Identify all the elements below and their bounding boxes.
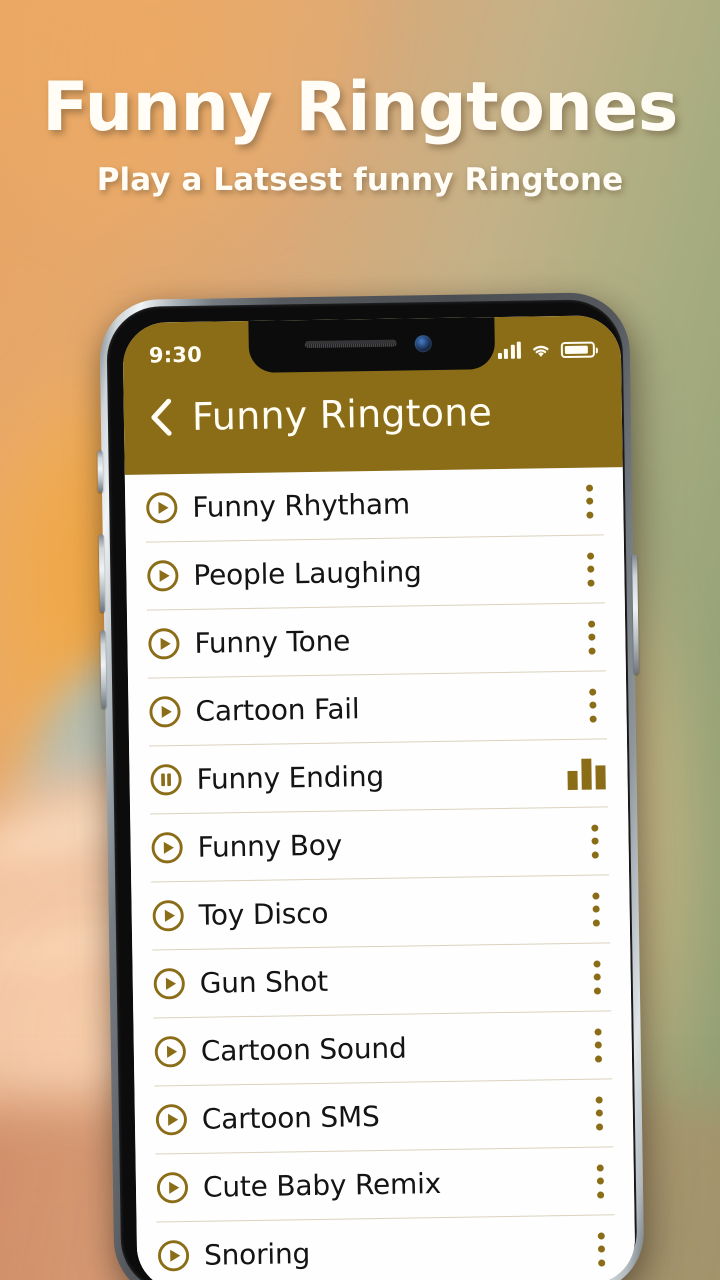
ringtone-row[interactable]: Funny Rhytham — [144, 467, 604, 543]
play-circle-icon[interactable] — [154, 1035, 188, 1069]
ringtone-row[interactable]: People Laughing — [145, 535, 605, 611]
ringtone-row[interactable]: Funny Boy — [150, 807, 610, 883]
ringtone-name: Cartoon SMS — [201, 1099, 380, 1136]
overflow-menu-icon[interactable] — [590, 824, 599, 859]
overflow-menu-icon[interactable] — [592, 960, 601, 995]
play-circle-icon[interactable] — [147, 627, 181, 661]
overflow-menu-icon[interactable] — [586, 552, 595, 587]
ringtone-name: Snoring — [203, 1237, 311, 1272]
overflow-menu-icon[interactable] — [595, 1095, 604, 1131]
ringtone-name: Cartoon Sound — [200, 1031, 407, 1068]
phone-frame: 9:30 Funny Ringtone Funny Rhytham People… — [97, 291, 645, 1280]
ringtone-name: Cartoon Fail — [195, 692, 360, 728]
ringtone-name: Funny Boy — [197, 828, 343, 864]
promo-subtitle: Play a Latsest funny Ringtone — [96, 162, 624, 198]
overflow-menu-icon[interactable] — [591, 892, 600, 927]
equalizer-bars-icon — [567, 757, 606, 790]
play-circle-icon[interactable] — [153, 967, 187, 1001]
ringtone-row[interactable]: Snoring — [156, 1215, 616, 1280]
ringtone-row[interactable]: Gun Shot — [152, 943, 612, 1019]
ringtone-name: Cute Baby Remix — [202, 1167, 442, 1204]
ringtone-name: Gun Shot — [199, 964, 329, 1000]
play-circle-icon[interactable] — [155, 1103, 189, 1137]
play-circle-icon[interactable] — [145, 491, 179, 525]
ringtone-name: Funny Tone — [194, 624, 351, 660]
ringtone-row[interactable]: Funny Tone — [146, 603, 606, 679]
overflow-menu-icon[interactable] — [588, 688, 597, 723]
ringtone-name: Toy Disco — [198, 896, 329, 932]
app-bar-title-row: Funny Ringtone — [123, 367, 623, 475]
ringtone-row[interactable]: Cartoon SMS — [154, 1079, 614, 1155]
ringtone-row[interactable]: Cute Baby Remix — [155, 1147, 615, 1223]
wifi-icon — [533, 345, 549, 357]
status-bar-icons — [497, 340, 595, 359]
play-circle-icon[interactable] — [157, 1239, 191, 1273]
overflow-menu-icon[interactable] — [587, 620, 596, 655]
ringtone-name: People Laughing — [193, 555, 422, 592]
overflow-menu-icon[interactable] — [585, 484, 594, 519]
phone-notch — [248, 317, 496, 373]
phone-screen: 9:30 Funny Ringtone Funny Rhytham People… — [122, 315, 636, 1280]
cellular-signal-icon — [497, 341, 521, 359]
play-circle-icon[interactable] — [148, 695, 182, 729]
play-circle-icon[interactable] — [156, 1171, 190, 1205]
play-circle-icon[interactable] — [150, 831, 184, 865]
overflow-menu-icon[interactable] — [594, 1027, 603, 1063]
volume-down-button[interactable] — [100, 630, 107, 709]
play-circle-icon[interactable] — [146, 559, 180, 593]
app-bar-title: Funny Ringtone — [191, 390, 493, 439]
ringtone-row[interactable]: Toy Disco — [151, 875, 611, 951]
pause-circle-icon[interactable] — [149, 763, 183, 797]
ringtone-row[interactable]: Cartoon Fail — [147, 671, 607, 747]
phone-bezel: 9:30 Funny Ringtone Funny Rhytham People… — [106, 299, 638, 1280]
ringtone-list[interactable]: Funny Rhytham People Laughing Funny Tone Ca… — [124, 467, 636, 1280]
phone-mockup: 9:30 Funny Ringtone Funny Rhytham People… — [97, 291, 661, 1280]
earpiece-speaker-icon — [304, 339, 397, 349]
volume-up-button[interactable] — [98, 534, 105, 613]
battery-icon — [560, 341, 595, 358]
promo-title: Funny Ringtones — [42, 68, 678, 147]
promo-heading-block: Funny Ringtones Play a Latsest funny Rin… — [0, 68, 720, 199]
overflow-menu-icon[interactable] — [596, 1163, 605, 1199]
status-bar-time: 9:30 — [148, 342, 203, 368]
ringtone-name: Funny Ending — [196, 759, 385, 796]
back-chevron-icon[interactable] — [148, 397, 175, 437]
mute-switch[interactable] — [97, 450, 104, 493]
overflow-menu-icon[interactable] — [597, 1231, 606, 1267]
ringtone-row[interactable]: Cartoon Sound — [153, 1011, 613, 1087]
play-circle-icon[interactable] — [151, 899, 185, 933]
front-camera-icon — [414, 335, 432, 353]
ringtone-row[interactable]: Funny Ending — [149, 739, 609, 815]
ringtone-name: Funny Rhytham — [192, 487, 411, 524]
